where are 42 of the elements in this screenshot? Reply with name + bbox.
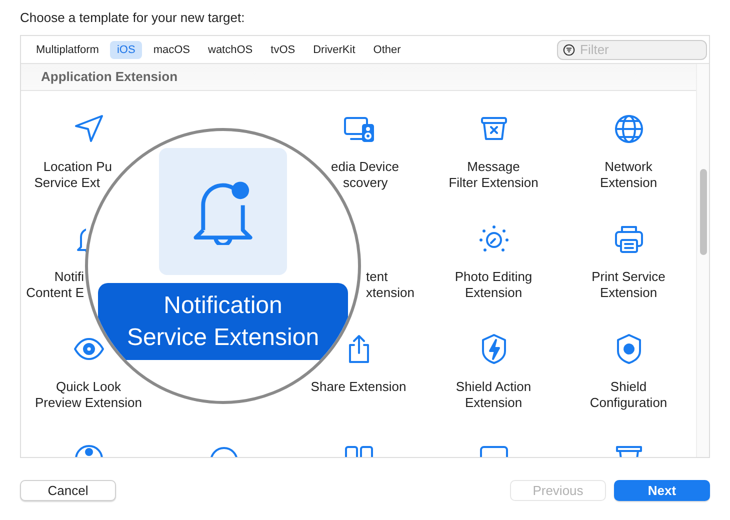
platform-tab[interactable]: Other	[366, 40, 408, 58]
template-label: Location Pu	[43, 159, 112, 175]
template-label: Service Ext	[34, 175, 101, 191]
filter-icon	[563, 44, 575, 56]
template-label: Configuration	[590, 395, 668, 411]
template-label: Notifi	[54, 269, 84, 285]
template-label: Shield Action	[456, 379, 532, 395]
selected-template-label: Notification Service Extension	[98, 283, 348, 360]
dialog-heading: Choose a template for your new target:	[20, 9, 246, 27]
template-label: Extension	[464, 395, 522, 411]
template-label: xtension	[366, 285, 414, 301]
template-label: Extension	[600, 175, 658, 191]
template-label: tent	[366, 269, 388, 285]
template-label: Filter Extension	[448, 175, 538, 191]
globe-icon	[612, 113, 644, 145]
scrollbar-thumb[interactable]	[700, 169, 707, 255]
two-panes-icon	[342, 443, 374, 457]
template-label: Preview Extension	[35, 395, 142, 411]
template-label: Message	[467, 159, 520, 175]
selected-template-tile[interactable]	[159, 148, 287, 275]
next-button[interactable]: Next	[614, 480, 710, 501]
template-label: Photo Editing	[454, 269, 532, 285]
template-label: edia Device	[331, 159, 399, 175]
section-header: Application Extension	[21, 64, 696, 91]
platform-tab[interactable]: watchOS	[201, 40, 260, 58]
template-label: Share Extension	[310, 379, 406, 395]
template-label: Network	[604, 159, 652, 175]
cancel-button[interactable]: Cancel	[20, 480, 116, 501]
template-label: Extension	[600, 285, 658, 301]
template-label: Print Service	[592, 269, 666, 285]
platform-tab[interactable]: Multiplatform	[29, 40, 106, 58]
platform-tab[interactable]: tvOS	[264, 40, 302, 58]
template-label: Extension	[464, 285, 522, 301]
template-label: Shield	[610, 379, 647, 395]
printer-icon	[612, 223, 644, 255]
platform-tab[interactable]: macOS	[146, 40, 197, 58]
filter-field[interactable]: Filter	[557, 40, 707, 60]
template-label: scovery	[342, 175, 388, 191]
location-arrow-icon	[72, 113, 104, 145]
platform-tab[interactable]: DriverKit	[306, 40, 362, 58]
template-label: Quick Look	[56, 379, 122, 395]
template-label: Content E	[26, 285, 84, 301]
